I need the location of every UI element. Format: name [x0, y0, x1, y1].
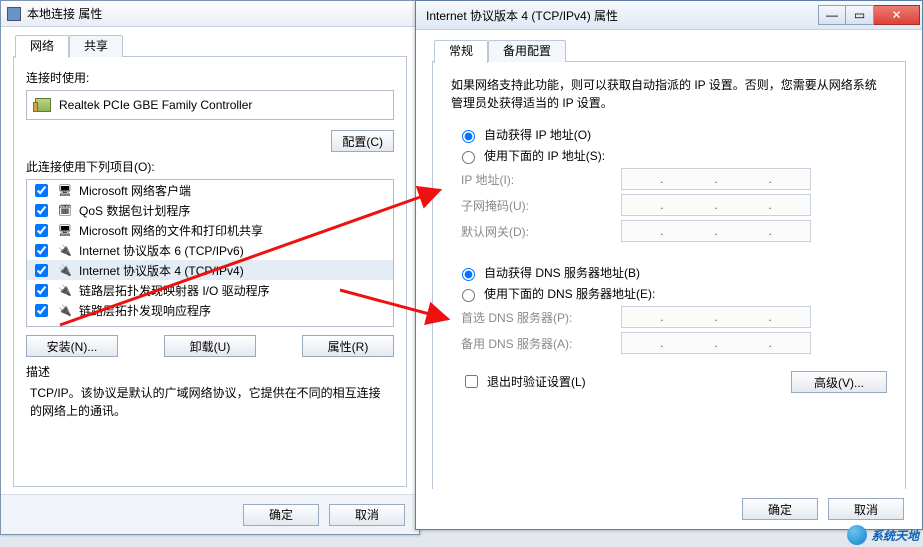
alt-dns-input[interactable]: ... — [621, 332, 811, 354]
dns-manual-label: 使用下面的 DNS 服务器地址(E): — [484, 285, 655, 302]
list-item-checkbox[interactable] — [35, 204, 48, 217]
tab-alt-config[interactable]: 备用配置 — [488, 40, 566, 62]
ip-auto-radio-row[interactable]: 自动获得 IP 地址(O) — [457, 126, 887, 143]
list-item-label: 链路层拓扑发现响应程序 — [79, 302, 211, 319]
ok-button[interactable]: 确定 — [742, 498, 818, 520]
general-panel: 如果网络支持此功能，则可以获取自动指派的 IP 设置。否则，您需要从网络系统管理… — [432, 62, 906, 494]
adapter-box[interactable]: Realtek PCIe GBE Family Controller — [26, 90, 394, 120]
list-item-label: QoS 数据包计划程序 — [79, 202, 190, 219]
close-button[interactable]: ✕ — [874, 5, 920, 25]
list-item[interactable]: 🔌 链路层拓扑发现响应程序 — [27, 300, 393, 320]
pref-dns-input[interactable]: ... — [621, 306, 811, 328]
tab-share[interactable]: 共享 — [69, 35, 123, 57]
list-item-checkbox[interactable] — [35, 304, 48, 317]
list-item-icon: 🔌 — [57, 243, 73, 257]
tab-network[interactable]: 网络 — [15, 35, 69, 58]
list-item[interactable]: 🖥 Microsoft 网络的文件和打印机共享 — [27, 220, 393, 240]
adapter-name: Realtek PCIe GBE Family Controller — [59, 98, 252, 112]
list-item-icon: 🔌 — [57, 263, 73, 277]
dns-auto-radio-row[interactable]: 自动获得 DNS 服务器地址(B) — [457, 264, 887, 281]
tab-general[interactable]: 常规 — [434, 40, 488, 63]
dns-auto-radio[interactable] — [462, 268, 475, 281]
ipv4-properties-dialog: Internet 协议版本 4 (TCP/IPv4) 属性 — ▭ ✕ 常规 备… — [415, 0, 923, 530]
ok-button[interactable]: 确定 — [243, 504, 319, 526]
list-item[interactable]: 🔌 链路层拓扑发现映射器 I/O 驱动程序 — [27, 280, 393, 300]
list-item[interactable]: 🔌 Internet 协议版本 6 (TCP/IPv6) — [27, 240, 393, 260]
items-label: 此连接使用下列项目(O): — [26, 158, 394, 175]
list-item[interactable]: 🔌 Internet 协议版本 4 (TCP/IPv4) — [27, 260, 393, 280]
gateway-input[interactable]: ... — [621, 220, 811, 242]
pref-dns-label: 首选 DNS 服务器(P): — [461, 309, 621, 326]
validate-label: 退出时验证设置(L) — [487, 373, 586, 390]
install-button[interactable]: 安装(N)... — [26, 335, 118, 357]
watermark-text: 系统天地 — [871, 527, 919, 544]
cancel-button[interactable]: 取消 — [329, 504, 405, 526]
list-item-label: Microsoft 网络客户端 — [79, 182, 191, 199]
list-item-label: Internet 协议版本 4 (TCP/IPv4) — [79, 262, 244, 279]
connect-using-label: 连接时使用: — [26, 69, 394, 86]
nic-icon — [7, 7, 21, 21]
local-connection-properties-dialog: 本地连接 属性 网络 共享 连接时使用: Realtek PCIe GBE Fa… — [0, 0, 420, 535]
list-item-icon: 🗓 — [57, 203, 73, 217]
list-item-checkbox[interactable] — [35, 284, 48, 297]
list-item-checkbox[interactable] — [35, 264, 48, 277]
components-listbox[interactable]: 🖥 Microsoft 网络客户端 🗓 QoS 数据包计划程序 🖥 Microsoft 网… — [26, 179, 394, 327]
description-label: 描述 — [26, 363, 394, 380]
titlebar[interactable]: 本地连接 属性 — [1, 1, 419, 27]
dialog-title: 本地连接 属性 — [27, 5, 102, 22]
tabs: 常规 备用配置 — [432, 40, 906, 62]
watermark: 系统天地 — [847, 525, 919, 545]
ip-manual-radio[interactable] — [462, 151, 475, 164]
ip-auto-radio[interactable] — [462, 130, 475, 143]
tabs: 网络 共享 — [13, 35, 407, 57]
dialog-footer: 确定 取消 — [416, 489, 922, 529]
advanced-button[interactable]: 高级(V)... — [791, 371, 887, 393]
maximize-button[interactable]: ▭ — [846, 5, 874, 25]
list-item-checkbox[interactable] — [35, 244, 48, 257]
adapter-icon — [35, 98, 51, 112]
dialog-footer: 确定 取消 — [1, 494, 419, 534]
watermark-icon — [847, 525, 867, 545]
alt-dns-label: 备用 DNS 服务器(A): — [461, 335, 621, 352]
list-item-label: 链路层拓扑发现映射器 I/O 驱动程序 — [79, 282, 270, 299]
subnet-mask-label: 子网掩码(U): — [461, 197, 621, 214]
uninstall-button[interactable]: 卸载(U) — [164, 335, 256, 357]
list-item-label: Microsoft 网络的文件和打印机共享 — [79, 222, 263, 239]
cancel-button[interactable]: 取消 — [828, 498, 904, 520]
info-text: 如果网络支持此功能，则可以获取自动指派的 IP 设置。否则，您需要从网络系统管理… — [451, 76, 887, 112]
list-item-icon: 🖥 — [57, 183, 73, 197]
dialog-title: Internet 协议版本 4 (TCP/IPv4) 属性 — [426, 7, 618, 24]
configure-button[interactable]: 配置(C) — [331, 130, 394, 152]
minimize-button[interactable]: — — [818, 5, 846, 25]
ip-manual-label: 使用下面的 IP 地址(S): — [484, 147, 605, 164]
network-panel: 连接时使用: Realtek PCIe GBE Family Controlle… — [13, 57, 407, 487]
list-item[interactable]: 🗓 QoS 数据包计划程序 — [27, 200, 393, 220]
properties-button[interactable]: 属性(R) — [302, 335, 394, 357]
ip-address-input[interactable]: ... — [621, 168, 811, 190]
subnet-mask-input[interactable]: ... — [621, 194, 811, 216]
ip-address-label: IP 地址(I): — [461, 171, 621, 188]
validate-checkbox[interactable] — [465, 375, 478, 388]
ip-manual-radio-row[interactable]: 使用下面的 IP 地址(S): — [457, 147, 887, 164]
list-item-icon: 🔌 — [57, 303, 73, 317]
description-group: 描述 TCP/IP。该协议是默认的广域网络协议，它提供在不同的相互连接的网络上的… — [26, 363, 394, 420]
window-buttons: — ▭ ✕ — [818, 5, 920, 25]
titlebar[interactable]: Internet 协议版本 4 (TCP/IPv4) 属性 — ▭ ✕ — [416, 1, 922, 30]
list-item-icon: 🖥 — [57, 223, 73, 237]
list-item-label: Internet 协议版本 6 (TCP/IPv6) — [79, 242, 244, 259]
list-item[interactable]: 🖥 Microsoft 网络客户端 — [27, 180, 393, 200]
description-text: TCP/IP。该协议是默认的广域网络协议，它提供在不同的相互连接的网络上的通讯。 — [26, 382, 394, 420]
list-item-icon: 🔌 — [57, 283, 73, 297]
ip-auto-label: 自动获得 IP 地址(O) — [484, 126, 591, 143]
list-item-checkbox[interactable] — [35, 224, 48, 237]
dns-auto-label: 自动获得 DNS 服务器地址(B) — [484, 264, 640, 281]
dns-manual-radio[interactable] — [462, 289, 475, 302]
list-item-checkbox[interactable] — [35, 184, 48, 197]
dns-manual-radio-row[interactable]: 使用下面的 DNS 服务器地址(E): — [457, 285, 887, 302]
gateway-label: 默认网关(D): — [461, 223, 621, 240]
